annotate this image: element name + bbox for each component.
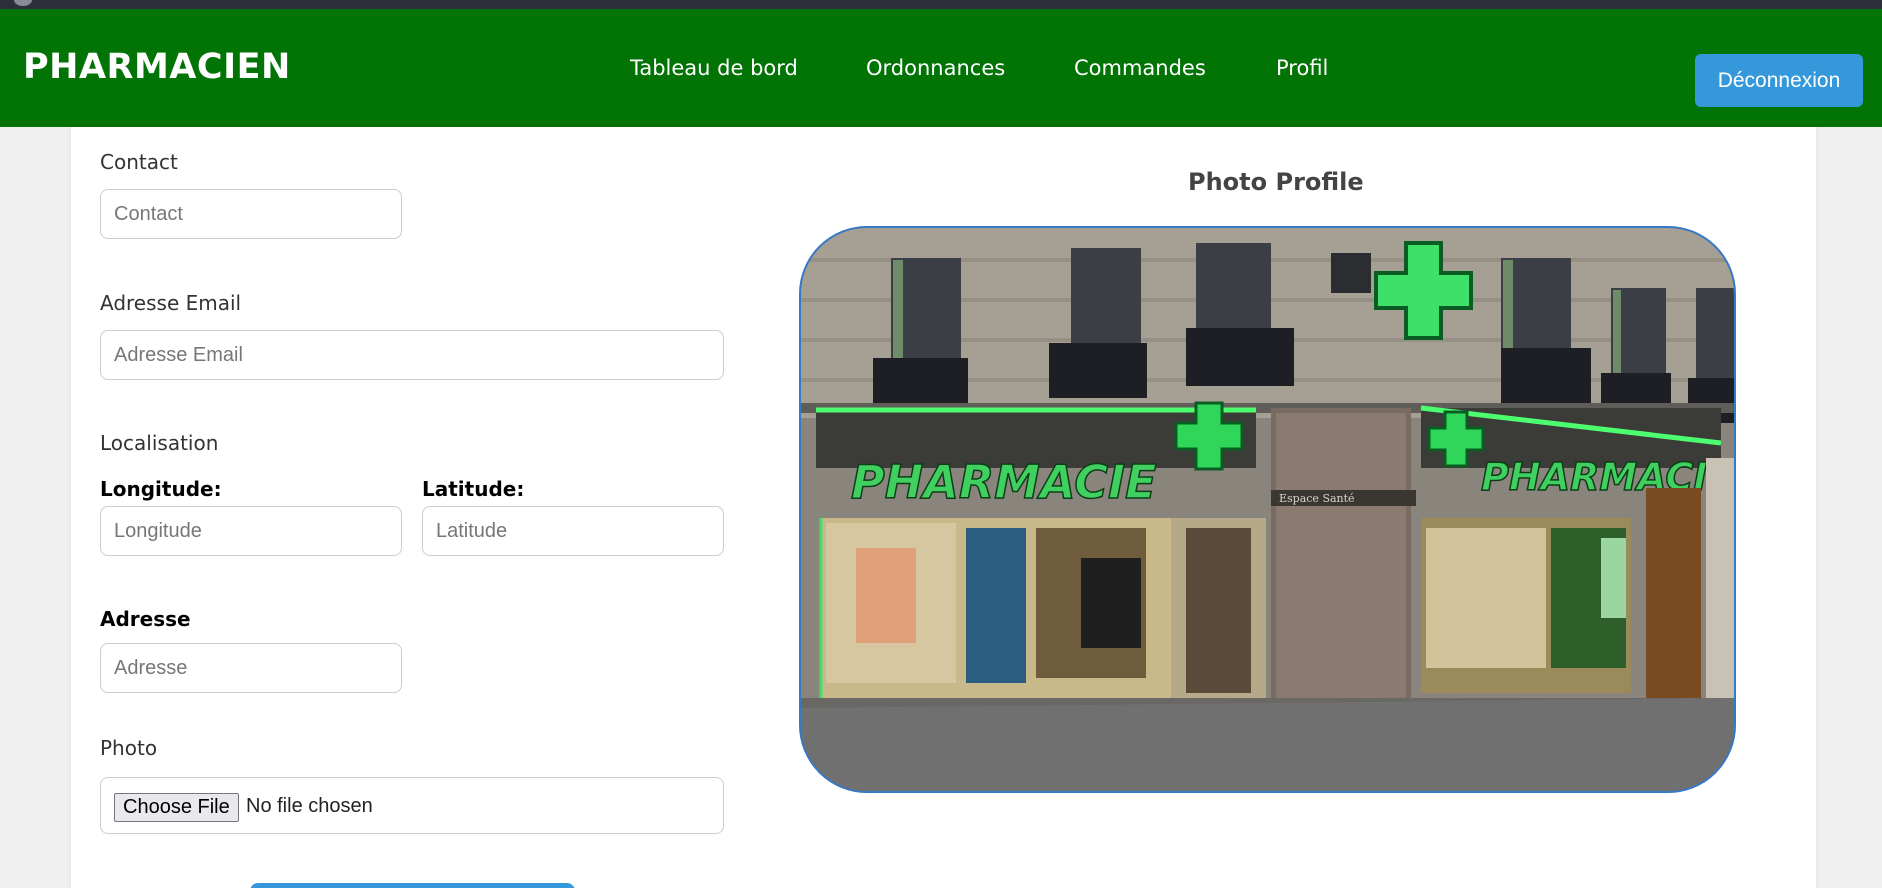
adresse-label: Adresse [100,607,191,631]
nav-link-tableau-de-bord[interactable]: Tableau de bord [630,56,798,80]
plaque-text: Espace Santé [1279,492,1355,505]
contact-input[interactable] [100,189,402,239]
submit-button[interactable] [250,883,575,888]
pharmacy-photo-image: PHARMACIE PHARMACIE Espace Santé [801,228,1734,791]
sign-text-left: PHARMACIE [851,455,1157,509]
brand-title: PHARMACIEN [23,47,291,87]
file-status-text: No file chosen [246,795,373,817]
nav-link-commandes[interactable]: Commandes [1074,56,1206,80]
longitude-label: Longitude: [100,477,222,501]
nav-link-profil[interactable]: Profil [1276,56,1328,80]
email-label: Adresse Email [100,291,242,315]
navbar: PHARMACIEN Tableau de bord Ordonnances C… [0,9,1882,127]
latitude-label: Latitude: [422,477,525,501]
nav-link-ordonnances[interactable]: Ordonnances [866,56,1005,80]
photo-label: Photo [100,736,158,760]
choose-file-button[interactable]: Choose File [114,793,239,822]
longitude-input[interactable] [100,506,402,556]
latitude-input[interactable] [422,506,724,556]
photo-file-input[interactable]: Choose File No file chosen [100,777,724,834]
tab-edge [14,0,32,6]
email-input[interactable] [100,330,724,380]
contact-label: Contact [100,150,178,174]
localisation-label: Localisation [100,431,219,455]
profile-photo: PHARMACIE PHARMACIE Espace Santé [799,226,1736,793]
logout-button[interactable]: Déconnexion [1695,54,1863,107]
adresse-input[interactable] [100,643,402,693]
browser-top-strip [0,0,1882,9]
photo-profile-title: Photo Profile [1188,168,1364,196]
